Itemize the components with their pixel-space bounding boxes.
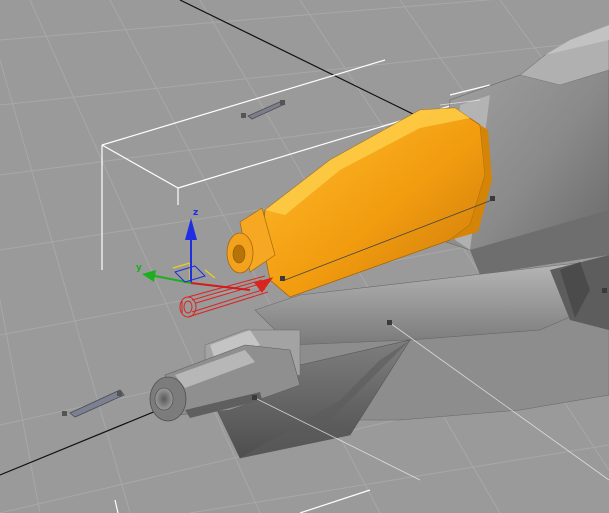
gizmo-z-label: z xyxy=(193,208,198,218)
gizmo-x-axis[interactable] xyxy=(190,282,251,291)
light-helper-top xyxy=(241,100,286,120)
gizmo-y-label: y xyxy=(136,263,142,273)
selected-part-orange[interactable] xyxy=(226,107,495,298)
light-helper-bottom xyxy=(62,389,125,418)
gizmo-plane-handles[interactable] xyxy=(172,262,216,280)
3d-viewport[interactable]: z y xyxy=(0,0,609,513)
viewport-canvas[interactable]: z y xyxy=(0,0,609,513)
